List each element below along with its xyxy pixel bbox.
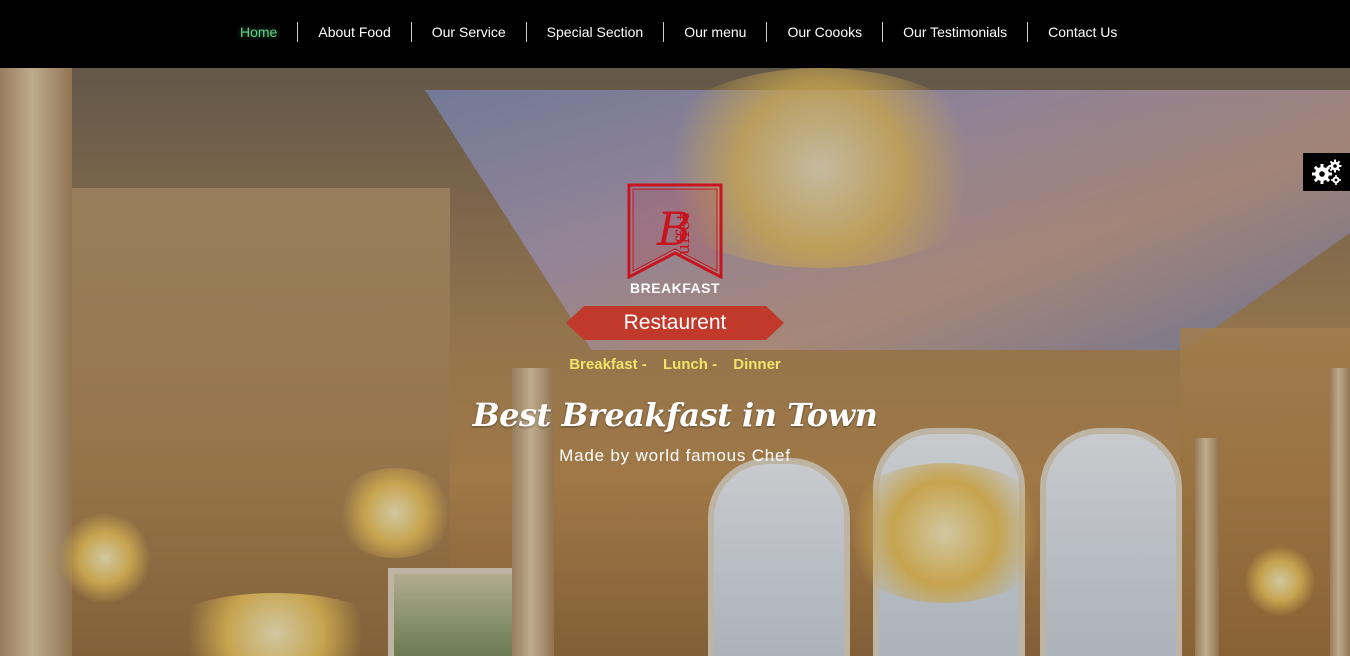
- settings-button[interactable]: [1303, 153, 1350, 191]
- nav-about-food[interactable]: About Food: [298, 21, 410, 43]
- nav-contact-us[interactable]: Contact Us: [1028, 21, 1137, 43]
- meal-types: Breakfast - Lunch - Dinner: [530, 356, 820, 373]
- top-navigation: Home About Food Our Service Special Sect…: [0, 0, 1350, 68]
- hero-headline: Best Breakfast in Town: [472, 396, 878, 434]
- nav-menu: Home About Food Our Service Special Sect…: [220, 0, 1137, 64]
- nav-our-service[interactable]: Our Service: [412, 21, 526, 43]
- meal-dinner: Dinner: [733, 356, 781, 373]
- nav-home[interactable]: Home: [220, 21, 297, 43]
- nav-our-cooks[interactable]: Our Coooks: [767, 21, 882, 43]
- nav-our-menu[interactable]: Our menu: [664, 21, 766, 43]
- nav-our-testimonials[interactable]: Our Testimonials: [883, 21, 1027, 43]
- logo-side-text: uffet: [673, 212, 694, 255]
- hero-subline: Made by world famous Chef: [559, 446, 791, 465]
- buffet-logo[interactable]: B uffet: [627, 183, 723, 280]
- meal-lunch: Lunch -: [662, 356, 718, 373]
- nav-special-section[interactable]: Special Section: [527, 21, 664, 43]
- restaurant-ribbon: Restaurent: [566, 306, 784, 340]
- meal-breakfast: Breakfast -: [569, 356, 647, 373]
- logo-emblem: B uffet: [627, 183, 723, 280]
- ribbon-label: Restaurent: [623, 311, 727, 334]
- gears-icon: [1311, 159, 1341, 185]
- logo-caption: BREAKFAST: [629, 280, 721, 296]
